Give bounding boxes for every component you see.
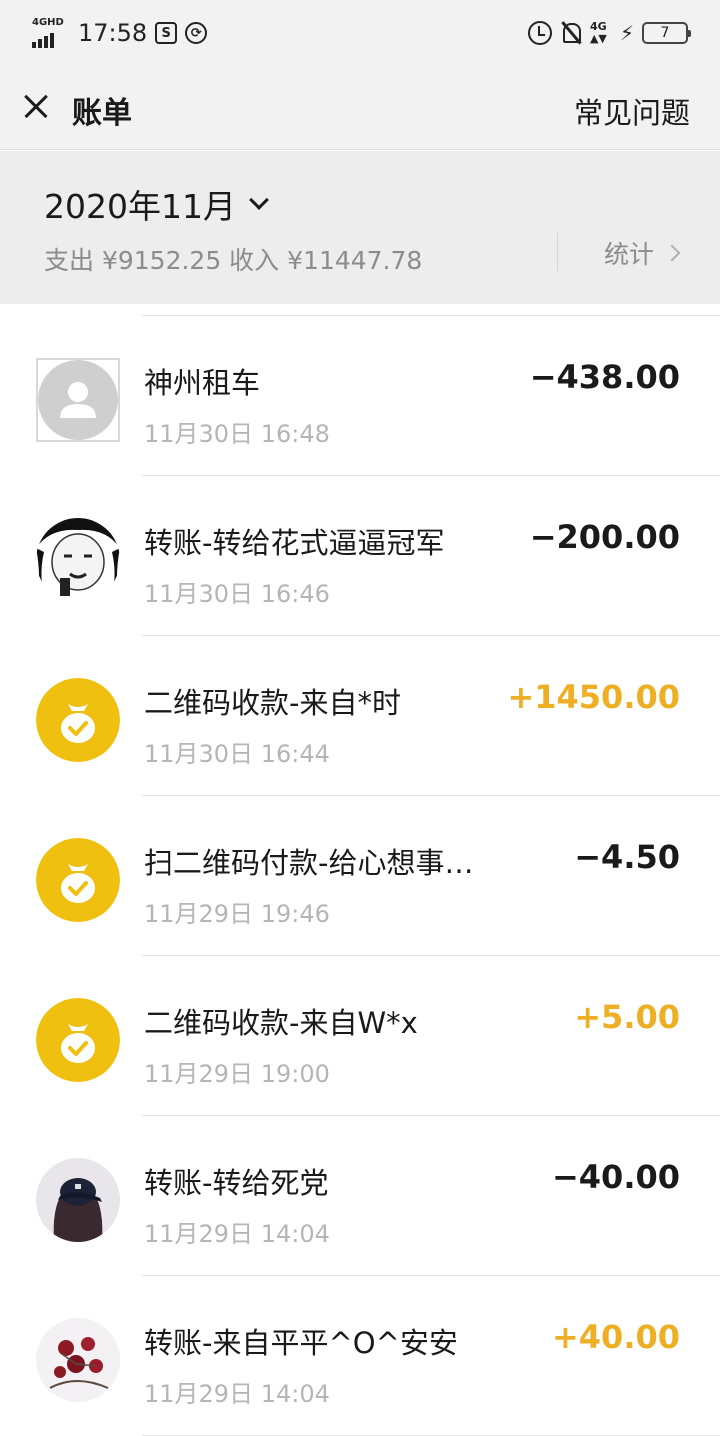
transaction-amount: +5.00: [574, 998, 680, 1036]
transaction-time: 11月29日 14:04: [144, 1380, 330, 1408]
faq-link[interactable]: 常见问题: [574, 90, 690, 132]
transaction-amount: +40.00: [551, 1318, 680, 1356]
status-time: 17:58: [78, 19, 148, 47]
transaction-row[interactable]: 转账-转给花式逼逼冠军 11月30日 16:46 −200.00: [0, 476, 720, 636]
alarm-icon: [527, 21, 552, 45]
nav-header: 账单 常见问题: [0, 66, 720, 150]
transaction-title: 转账-转给死党: [144, 1166, 329, 1200]
transaction-title: 转账-转给花式逼逼冠军: [144, 526, 445, 560]
chevron-right-icon: [663, 244, 681, 262]
flower-avatar: [36, 1318, 120, 1402]
battery-icon: 7: [642, 22, 691, 44]
transaction-title: 二维码收款-来自*时: [144, 686, 401, 720]
transaction-row[interactable]: 神州租车 11月30日 16:48 −438.00: [0, 316, 720, 476]
transaction-title: 扫二维码付款-给心想事…: [144, 846, 474, 880]
transaction-row[interactable]: 二维码收款-来自*时 11月30日 16:44 +1450.00: [0, 636, 720, 796]
transaction-row[interactable]: 扫二维码付款-给心想事… 11月29日 19:46 −4.50: [0, 796, 720, 956]
money-bag-icon: [36, 838, 120, 922]
transaction-time: 11月29日 19:46: [144, 900, 330, 928]
transaction-title: 神州租车: [144, 366, 261, 400]
person-cap-avatar: [36, 1158, 120, 1242]
transaction-amount: −40.00: [551, 1158, 680, 1196]
transaction-time: 11月29日 19:00: [144, 1060, 330, 1088]
network-type: 4GHD: [32, 17, 64, 28]
chevron-down-icon: [249, 190, 269, 210]
screenshot-notification-icon: S: [155, 22, 178, 44]
transaction-row[interactable]: 转账-转给死党 11月29日 14:04 −40.00: [0, 1116, 720, 1276]
stats-button[interactable]: 统计: [604, 233, 681, 273]
transaction-title: 二维码收款-来自W*x: [144, 1006, 418, 1040]
totals-text: 支出 ¥9152.25 收入 ¥11447.78: [44, 246, 423, 275]
transaction-time: 11月30日 16:44: [144, 740, 330, 768]
transaction-time: 11月29日 14:04: [144, 1220, 330, 1248]
transaction-amount: +1450.00: [507, 678, 680, 716]
transaction-amount: −4.50: [574, 838, 680, 876]
mute-bell-icon: [560, 21, 582, 45]
transaction-amount: −200.00: [529, 518, 680, 556]
transaction-time: 11月30日 16:48: [144, 420, 330, 448]
sync-notification-icon: ⟳: [185, 22, 208, 44]
status-left: 4GHD 17:58 S ⟳: [32, 14, 208, 52]
stats-label: 统计: [604, 240, 655, 269]
divider: [557, 233, 558, 271]
placeholder-avatar: [36, 358, 120, 442]
money-bag-icon: [36, 998, 120, 1082]
transaction-row[interactable]: 转账-来自平平^O^安安 11月29日 14:04 +40.00: [0, 1276, 720, 1436]
money-bag-icon: [36, 678, 120, 762]
transaction-list[interactable]: 神州租车 11月30日 16:48 −438.00 转账-转给花式逼逼冠军 11…: [0, 304, 720, 1436]
month-summary: 2020年11月 支出 ¥9152.25 收入 ¥11447.78 统计: [0, 151, 720, 304]
charging-icon: ⚡: [619, 21, 634, 45]
transaction-amount: −438.00: [529, 358, 680, 396]
status-right: 4G ▲▼ ⚡ 7: [527, 16, 691, 50]
month-label: 2020年11月: [44, 187, 236, 226]
meme-face-avatar: [36, 518, 120, 602]
signal-icon: 4GHD: [32, 18, 66, 48]
page-title: 账单: [72, 96, 132, 131]
transaction-title: 转账-来自平平^O^安安: [144, 1326, 458, 1360]
mobile-data-icon: 4G ▲▼: [589, 20, 607, 45]
status-bar: 4GHD 17:58 S ⟳ 4G ▲▼ ⚡ 7: [0, 0, 720, 66]
month-selector[interactable]: 2020年11月: [44, 183, 269, 226]
transaction-row[interactable]: 二维码收款-来自W*x 11月29日 19:00 +5.00: [0, 956, 720, 1116]
close-icon[interactable]: [18, 86, 54, 126]
transaction-time: 11月30日 16:46: [144, 580, 330, 608]
